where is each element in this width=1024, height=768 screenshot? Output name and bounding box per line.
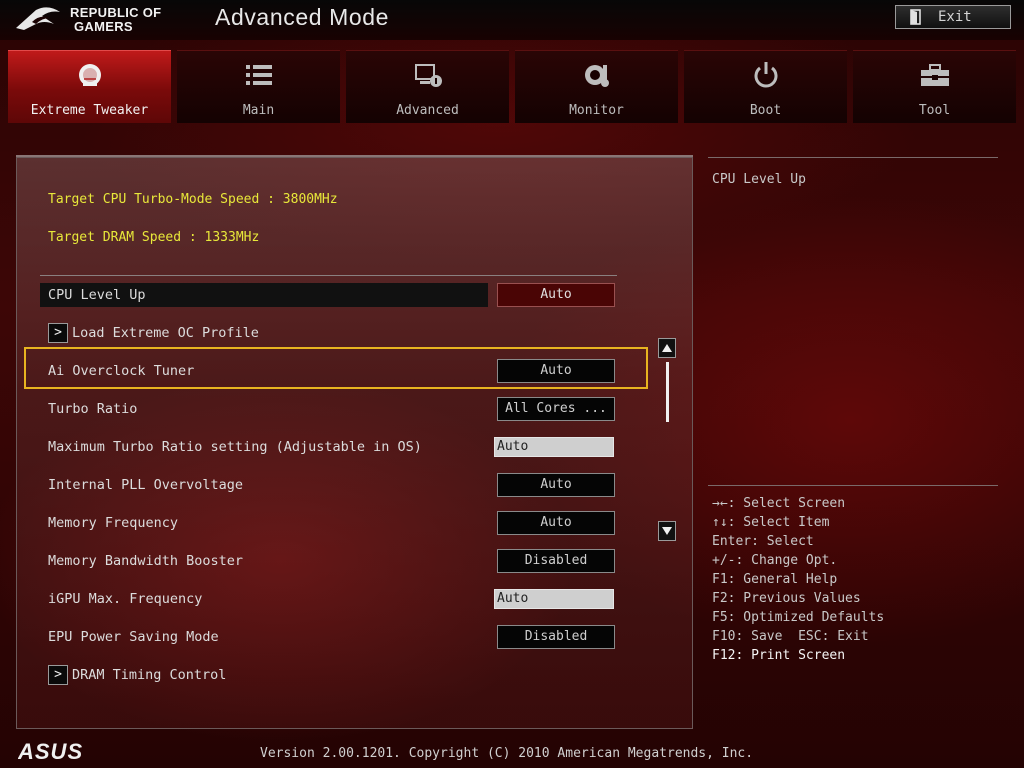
epu-power-saving-mode-select[interactable]: Disabled [497, 625, 615, 649]
submenu-arrow-icon[interactable]: > [48, 323, 68, 343]
asus-logo: ASUS [17, 739, 110, 766]
tab-label: Extreme Tweaker [30, 103, 149, 118]
setting-label-turbo-ratio[interactable]: Turbo Ratio [48, 401, 137, 417]
scroll-up-button[interactable] [658, 338, 676, 358]
dram-speed-info: Target DRAM Speed : 1333MHz [48, 230, 260, 245]
max-turbo-ratio-input[interactable]: Auto [494, 437, 614, 457]
hotkey-general-help: F1: General Help [712, 572, 838, 587]
memory-frequency-select[interactable]: Auto [497, 511, 615, 535]
brand-line-1: REPUBLIC OF [70, 5, 162, 20]
tab-tool[interactable]: Tool [853, 50, 1016, 123]
hotkey-change-opt: +/-: Change Opt. [712, 553, 838, 568]
tab-label: Monitor [569, 103, 624, 118]
setting-label-ai-overclock-tuner[interactable]: Ai Overclock Tuner [48, 363, 194, 379]
top-bar: REPUBLIC OF GAMERS Advanced Mode Exit [0, 0, 1024, 40]
tab-label: Main [242, 103, 275, 118]
tab-main[interactable]: Main [177, 50, 340, 123]
submenu-arrow-icon[interactable]: > [48, 665, 68, 685]
setting-label-memory-bandwidth-booster[interactable]: Memory Bandwidth Booster [48, 553, 243, 569]
help-divider [708, 485, 998, 486]
scrollbar-thumb[interactable] [666, 362, 669, 422]
brand-line-2: GAMERS [74, 19, 133, 34]
help-description: CPU Level Up [712, 172, 806, 187]
setting-label-igpu-max-frequency[interactable]: iGPU Max. Frequency [48, 591, 202, 607]
rog-logo: REPUBLIC OF GAMERS [14, 4, 184, 36]
tab-label: Boot [749, 103, 782, 118]
hotkey-select-item: ↑↓: Select Item [712, 515, 830, 530]
tweaker-icon [74, 61, 106, 89]
setting-label-internal-pll-overvoltage[interactable]: Internal PLL Overvoltage [48, 477, 243, 493]
memory-bandwidth-booster-select[interactable]: Disabled [497, 549, 615, 573]
internal-pll-overvoltage-select[interactable]: Auto [497, 473, 615, 497]
exit-button[interactable]: Exit [895, 5, 1011, 29]
setting-label-memory-frequency[interactable]: Memory Frequency [48, 515, 178, 531]
tab-label: Advanced [396, 103, 459, 118]
divider [40, 275, 617, 276]
submenu-dram-timing-control[interactable]: DRAM Timing Control [72, 667, 226, 683]
tab-boot[interactable]: Boot [684, 50, 847, 123]
tab-label: Tool [918, 103, 951, 118]
submenu-load-extreme-oc-profile[interactable]: Load Extreme OC Profile [72, 325, 259, 341]
triangle-up-icon [662, 344, 672, 352]
igpu-max-frequency-input[interactable]: Auto [494, 589, 614, 609]
advanced-settings-icon [412, 61, 444, 89]
svg-text:ASUS: ASUS [18, 740, 83, 762]
toolbox-icon [919, 61, 951, 89]
tab-monitor[interactable]: Monitor [515, 50, 678, 123]
hotkey-optimized-defaults: F5: Optimized Defaults [712, 610, 885, 625]
turbo-ratio-select[interactable]: All Cores ... [497, 397, 615, 421]
setting-label-epu-power-saving-mode[interactable]: EPU Power Saving Mode [48, 629, 219, 645]
version-text: Version 2.00.1201. Copyright (C) 2010 Am… [260, 746, 754, 761]
hotkey-previous-values: F2: Previous Values [712, 591, 861, 606]
power-icon [750, 61, 782, 89]
setting-label-cpu-level-up: CPU Level Up [48, 287, 146, 303]
help-top-border [708, 157, 998, 158]
list-icon [243, 61, 275, 89]
cpu-turbo-speed-info: Target CPU Turbo-Mode Speed : 3800MHz [48, 192, 338, 207]
ai-overclock-tuner-select[interactable]: Auto [497, 359, 615, 383]
scroll-down-button[interactable] [658, 521, 676, 541]
tab-extreme-tweaker[interactable]: Extreme Tweaker [8, 50, 171, 123]
hotkey-select-screen: →←: Select Screen [712, 496, 846, 511]
triangle-down-icon [662, 527, 672, 535]
exit-label: Exit [938, 9, 972, 25]
cpu-level-up-select[interactable]: Auto [497, 283, 615, 307]
setting-label-max-turbo-ratio[interactable]: Maximum Turbo Ratio setting (Adjustable … [48, 439, 422, 455]
hotkey-save-exit: F10: Save ESC: Exit [712, 629, 869, 644]
rog-eye-icon [16, 7, 60, 30]
monitor-gauge-icon [581, 61, 613, 89]
hotkey-enter: Enter: Select [712, 534, 814, 549]
page-title: Advanced Mode [215, 4, 390, 30]
tab-advanced[interactable]: Advanced [346, 50, 509, 123]
hotkey-print-screen: F12: Print Screen [712, 648, 846, 663]
exit-door-icon [908, 9, 924, 29]
